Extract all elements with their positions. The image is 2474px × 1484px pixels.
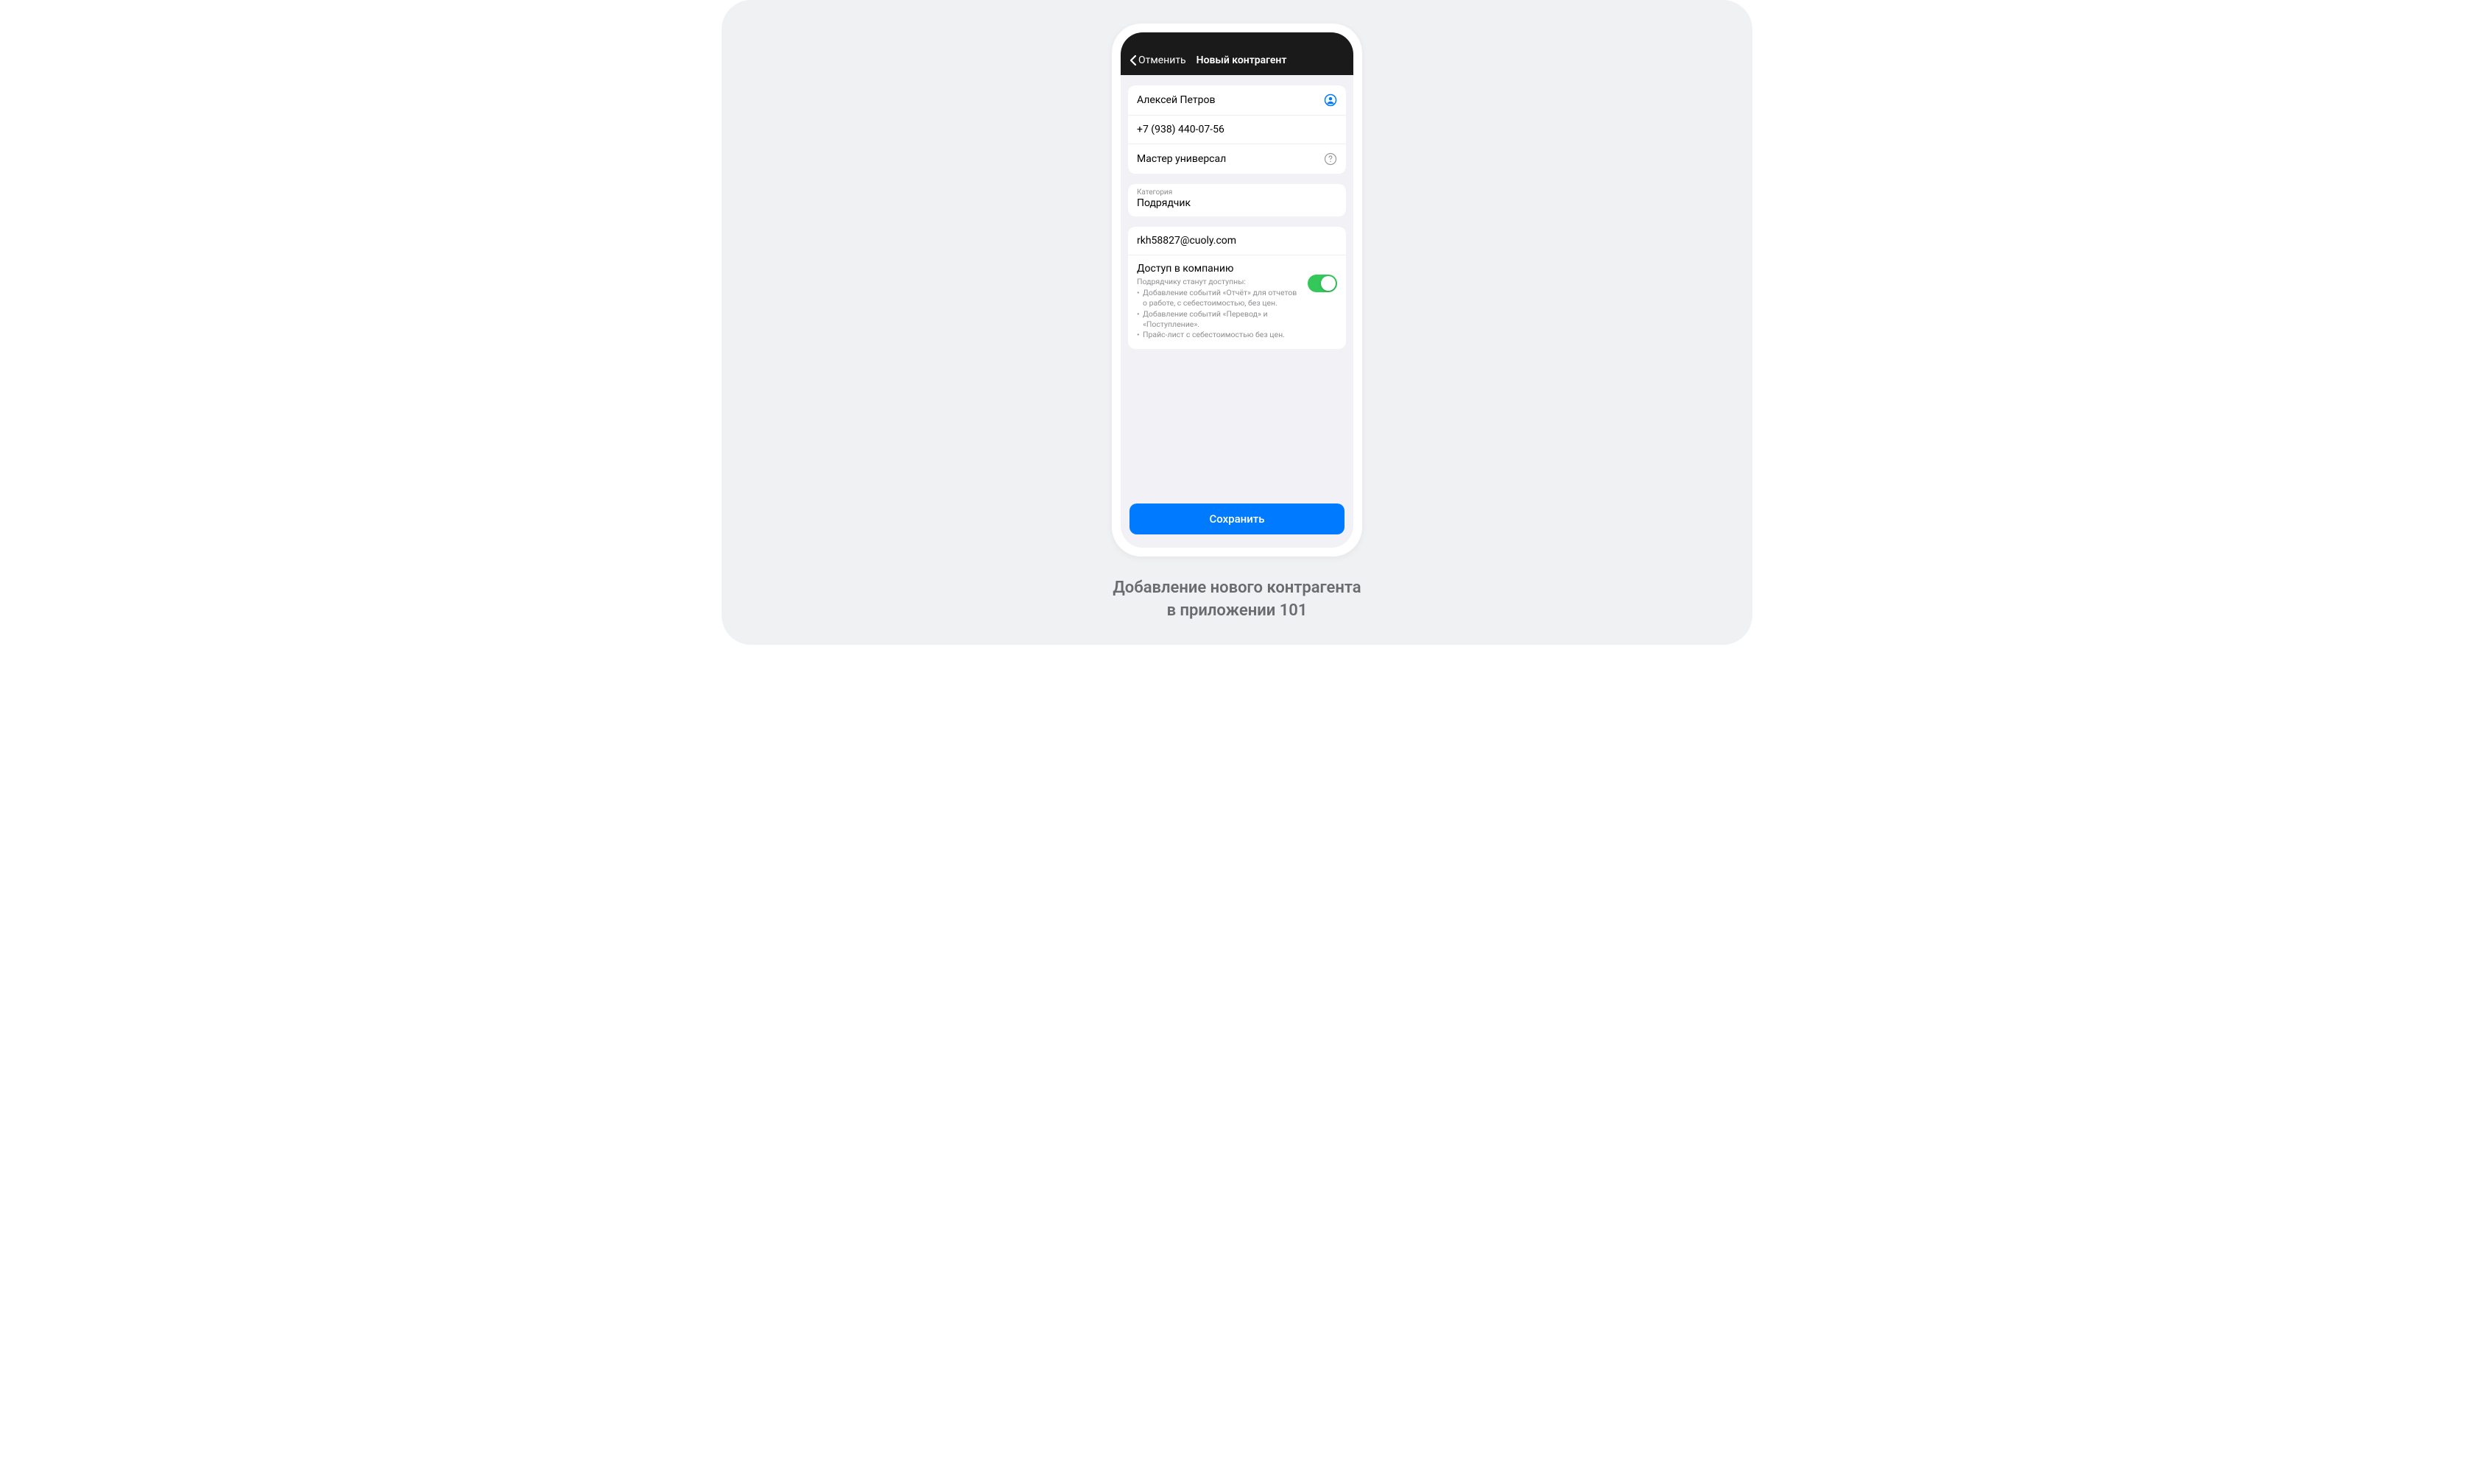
navbar: Отменить Новый контрагент — [1121, 32, 1353, 75]
access-row: Доступ в компанию Подрядчику станут дост… — [1128, 255, 1346, 349]
outer-frame: Отменить Новый контрагент Алексей Петров — [722, 0, 1752, 645]
access-toggle[interactable] — [1308, 275, 1337, 292]
access-item: Прайс-лист с себестоимостью без цен. — [1137, 330, 1300, 340]
access-card: rkh58827@cuoly.com Доступ в компанию Под… — [1128, 227, 1346, 349]
page-title: Новый контрагент — [1197, 54, 1287, 66]
category-value: Подрядчик — [1137, 197, 1337, 209]
contact-icon[interactable] — [1324, 93, 1337, 107]
email-row[interactable]: rkh58827@cuoly.com — [1128, 227, 1346, 255]
access-item: Добавление событий «Отчёт» для отчетов о… — [1137, 288, 1300, 308]
phone-value: +7 (938) 440-07-56 — [1137, 124, 1224, 135]
access-list: Добавление событий «Отчёт» для отчетов о… — [1137, 288, 1300, 340]
help-icon[interactable] — [1324, 152, 1337, 166]
caption-line-2: в приложении 101 — [1113, 600, 1361, 623]
role-value: Мастер универсал — [1137, 153, 1226, 165]
name-row[interactable]: Алексей Петров — [1128, 85, 1346, 116]
back-button[interactable]: Отменить — [1129, 54, 1186, 66]
save-button[interactable]: Сохранить — [1129, 504, 1345, 534]
contact-card: Алексей Петров +7 (938) 440-07-56 Мастер… — [1128, 85, 1346, 174]
phone-frame: Отменить Новый контрагент Алексей Петров — [1112, 24, 1362, 556]
content: Алексей Петров +7 (938) 440-07-56 Мастер… — [1121, 75, 1353, 493]
category-label: Категория — [1137, 188, 1337, 197]
back-label: Отменить — [1138, 54, 1186, 66]
caption-line-1: Добавление нового контрагента — [1113, 577, 1361, 600]
footer: Сохранить — [1121, 493, 1353, 548]
email-value: rkh58827@cuoly.com — [1137, 235, 1236, 247]
phone-row[interactable]: +7 (938) 440-07-56 — [1128, 116, 1346, 144]
access-title: Доступ в компанию — [1137, 263, 1300, 275]
name-value: Алексей Петров — [1137, 94, 1215, 106]
phone-screen: Отменить Новый контрагент Алексей Петров — [1121, 32, 1353, 548]
category-card[interactable]: Категория Подрядчик — [1128, 184, 1346, 216]
access-subtitle: Подрядчику станут доступны: — [1137, 277, 1300, 287]
role-row[interactable]: Мастер универсал — [1128, 144, 1346, 174]
chevron-left-icon — [1129, 54, 1137, 66]
access-item: Добавление событий «Перевод» и «Поступле… — [1137, 309, 1300, 330]
caption: Добавление нового контрагента в приложен… — [1113, 577, 1361, 623]
access-description: Доступ в компанию Подрядчику станут дост… — [1137, 263, 1300, 340]
